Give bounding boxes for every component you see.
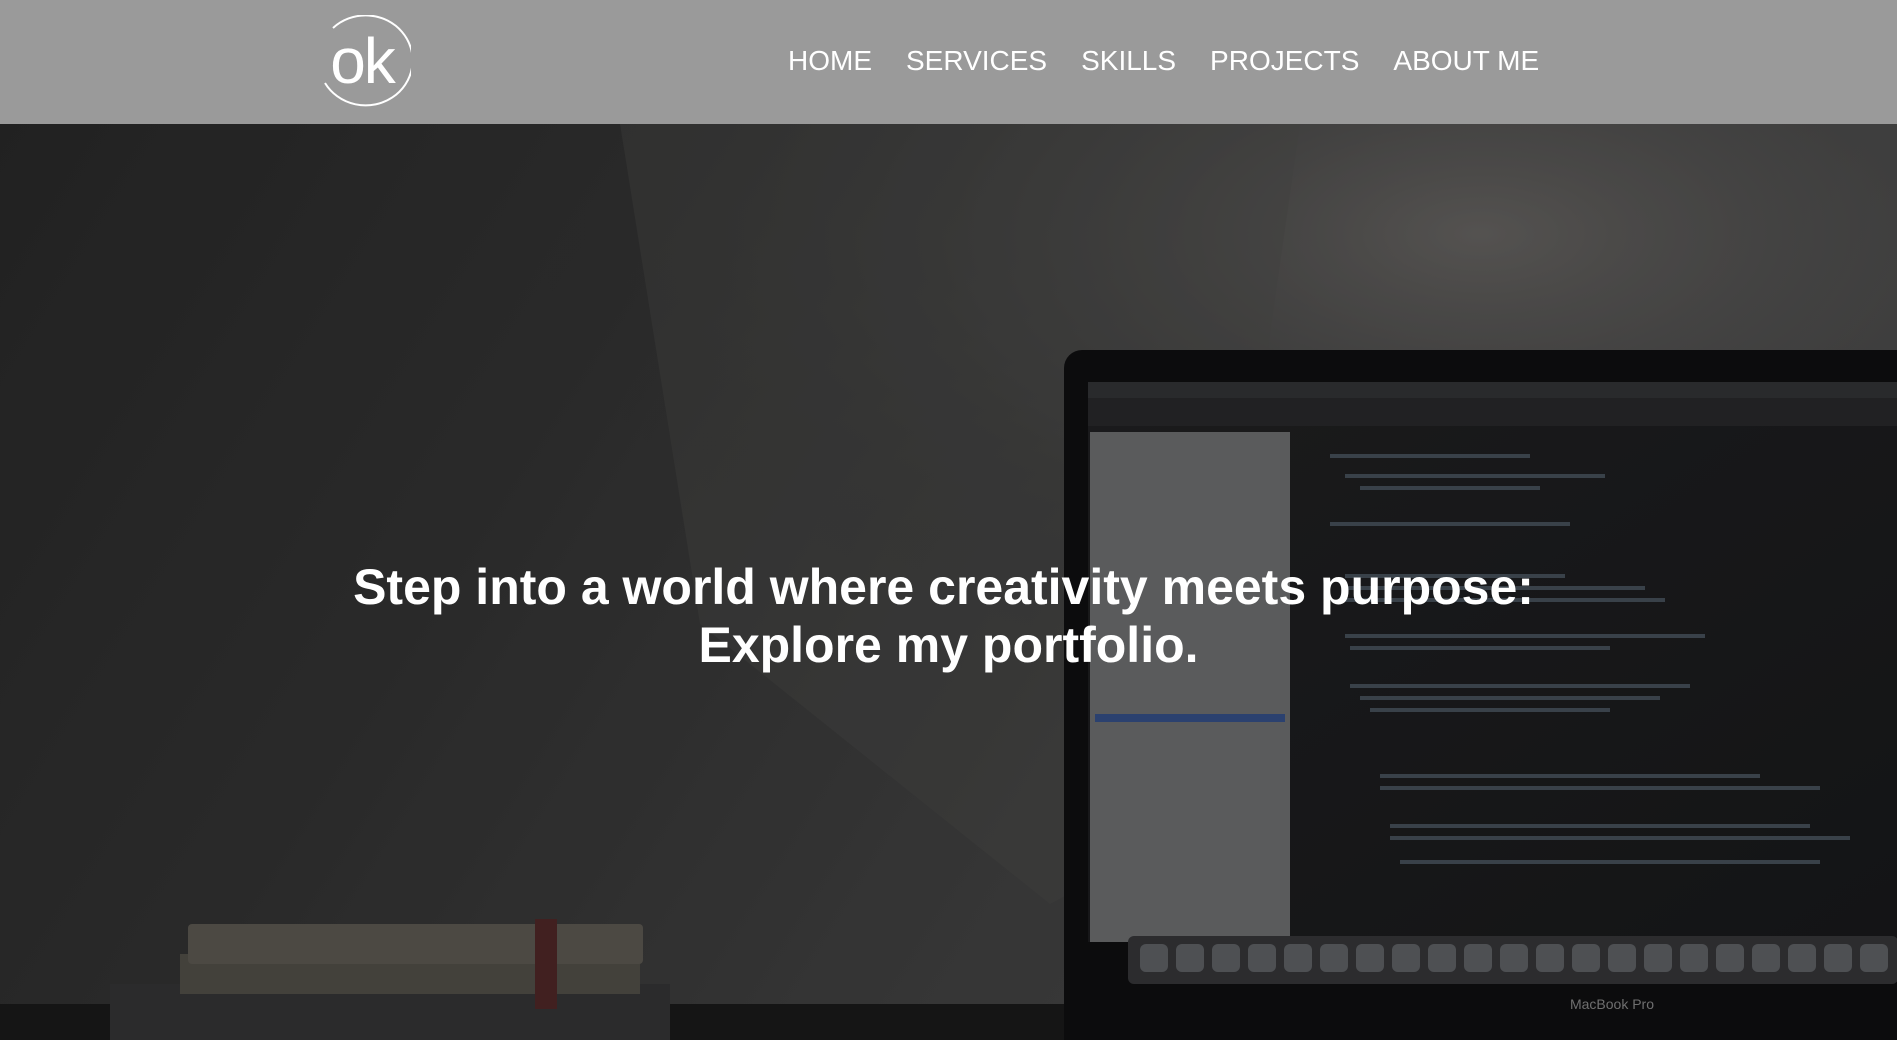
page: ok HOME SERVICES SKILLS PROJECTS ABOUT M… bbox=[0, 0, 1897, 1040]
nav-item-about-me[interactable]: ABOUT ME bbox=[1393, 42, 1539, 80]
logo-text: ok bbox=[330, 25, 396, 97]
logo-link[interactable]: ok bbox=[313, 15, 411, 110]
nav-item-home[interactable]: HOME bbox=[788, 42, 872, 80]
hero-title: Step into a world where creativity meets… bbox=[0, 558, 1897, 674]
nav-item-projects[interactable]: PROJECTS bbox=[1210, 42, 1359, 80]
main-nav: HOME SERVICES SKILLS PROJECTS ABOUT ME bbox=[788, 42, 1539, 80]
nav-item-services[interactable]: SERVICES bbox=[906, 42, 1047, 80]
hero-section: MacBook Pro Step into a world where crea… bbox=[0, 124, 1897, 1040]
site-header: ok HOME SERVICES SKILLS PROJECTS ABOUT M… bbox=[0, 0, 1897, 124]
hero-title-line1: Step into a world where creativity meets… bbox=[353, 558, 1534, 615]
hero-title-line2: Explore my portfolio. bbox=[698, 616, 1199, 673]
nav-item-skills[interactable]: SKILLS bbox=[1081, 42, 1176, 80]
